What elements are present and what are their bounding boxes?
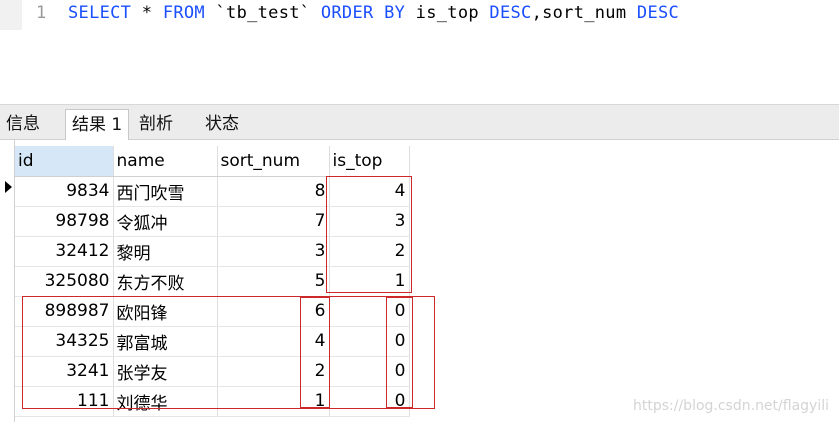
table-row[interactable]: 9834 西门吹雪 8 4 <box>15 176 410 207</box>
cell-is-top[interactable]: 0 <box>329 386 410 417</box>
result-grid[interactable]: id name sort_num is_top 9834 西门吹雪 8 4 98… <box>0 140 839 422</box>
app-window: 1 SELECT * FROM `tb_test` ORDER BY is_to… <box>0 0 839 422</box>
sql-text: * <box>131 3 163 23</box>
cell-id[interactable]: 111 <box>15 386 114 417</box>
cell-name[interactable]: 刘德华 <box>113 386 218 417</box>
sql-keyword: SELECT <box>68 3 132 23</box>
cell-name[interactable]: 令狐冲 <box>113 206 218 237</box>
column-header-sort-num[interactable]: sort_num <box>217 146 330 177</box>
table-row[interactable]: 898987 欧阳锋 6 0 <box>15 296 410 327</box>
editor-gutter: 1 <box>0 0 55 104</box>
cell-is-top[interactable]: 0 <box>329 356 410 387</box>
cell-is-top[interactable]: 0 <box>329 326 410 357</box>
cell-is-top[interactable]: 0 <box>329 296 410 327</box>
cell-name[interactable]: 西门吹雪 <box>113 176 218 207</box>
cell-is-top[interactable]: 2 <box>329 236 410 267</box>
header-row: id name sort_num is_top <box>15 146 410 177</box>
column-header-id[interactable]: id <box>15 146 114 177</box>
table-row[interactable]: 325080 东方不败 5 1 <box>15 266 410 297</box>
sql-editor[interactable]: 1 SELECT * FROM `tb_test` ORDER BY is_to… <box>0 0 839 104</box>
sql-text: ,sort_num <box>531 3 637 23</box>
sql-keyword: DESC <box>489 3 532 23</box>
results-table: id name sort_num is_top 9834 西门吹雪 8 4 98… <box>15 146 410 417</box>
cell-id[interactable]: 34325 <box>15 326 114 357</box>
cell-name[interactable]: 郭富城 <box>113 326 218 357</box>
cell-is-top[interactable]: 3 <box>329 206 410 237</box>
cell-sort-num[interactable]: 7 <box>217 206 330 237</box>
cell-id[interactable]: 9834 <box>15 176 114 207</box>
line-number: 1 <box>36 3 47 23</box>
cell-id[interactable]: 98798 <box>15 206 114 237</box>
sql-query-line[interactable]: SELECT * FROM `tb_test` ORDER BY is_top … <box>68 3 679 23</box>
cell-id[interactable]: 3241 <box>15 356 114 387</box>
cell-name[interactable]: 张学友 <box>113 356 218 387</box>
cell-sort-num[interactable]: 8 <box>217 176 330 207</box>
current-row-pointer-icon <box>5 181 12 193</box>
sql-keyword: DESC <box>636 3 680 23</box>
cell-sort-num[interactable]: 6 <box>217 296 330 327</box>
tab-info[interactable]: 信息 <box>0 109 46 140</box>
tab-result-1[interactable]: 结果 1 <box>65 109 130 142</box>
cell-sort-num[interactable]: 5 <box>217 266 330 297</box>
column-header-name[interactable]: name <box>113 146 218 177</box>
cell-sort-num[interactable]: 4 <box>217 326 330 357</box>
sql-keyword: ORDER BY <box>320 3 406 23</box>
table-row[interactable]: 3241 张学友 2 0 <box>15 356 410 387</box>
table-row[interactable]: 34325 郭富城 4 0 <box>15 326 410 357</box>
current-line-marker <box>0 0 22 30</box>
table-row[interactable]: 32412 黎明 3 2 <box>15 236 410 267</box>
column-header-is-top[interactable]: is_top <box>329 146 410 177</box>
table-row[interactable]: 111 刘德华 1 0 <box>15 386 410 417</box>
cell-name[interactable]: 黎明 <box>113 236 218 267</box>
tab-status[interactable]: 状态 <box>199 109 245 140</box>
cell-id[interactable]: 32412 <box>15 236 114 267</box>
cell-sort-num[interactable]: 1 <box>217 386 330 417</box>
cell-name[interactable]: 东方不败 <box>113 266 218 297</box>
cell-sort-num[interactable]: 3 <box>217 236 330 267</box>
sql-text: `tb_test` <box>204 3 321 23</box>
row-indicator-column <box>0 140 15 422</box>
tab-profile[interactable]: 剖析 <box>133 109 179 140</box>
sql-keyword: FROM <box>162 3 205 23</box>
cell-is-top[interactable]: 4 <box>329 176 410 207</box>
result-tabbar: 信息 结果 1 剖析 状态 <box>0 104 839 142</box>
cell-sort-num[interactable]: 2 <box>217 356 330 387</box>
sql-text: is_top <box>405 3 490 23</box>
cell-name[interactable]: 欧阳锋 <box>113 296 218 327</box>
watermark: https://blog.csdn.net/flagyili <box>633 398 829 414</box>
cell-id[interactable]: 325080 <box>15 266 114 297</box>
cell-is-top[interactable]: 1 <box>329 266 410 297</box>
table-row[interactable]: 98798 令狐冲 7 3 <box>15 206 410 237</box>
cell-id[interactable]: 898987 <box>15 296 114 327</box>
